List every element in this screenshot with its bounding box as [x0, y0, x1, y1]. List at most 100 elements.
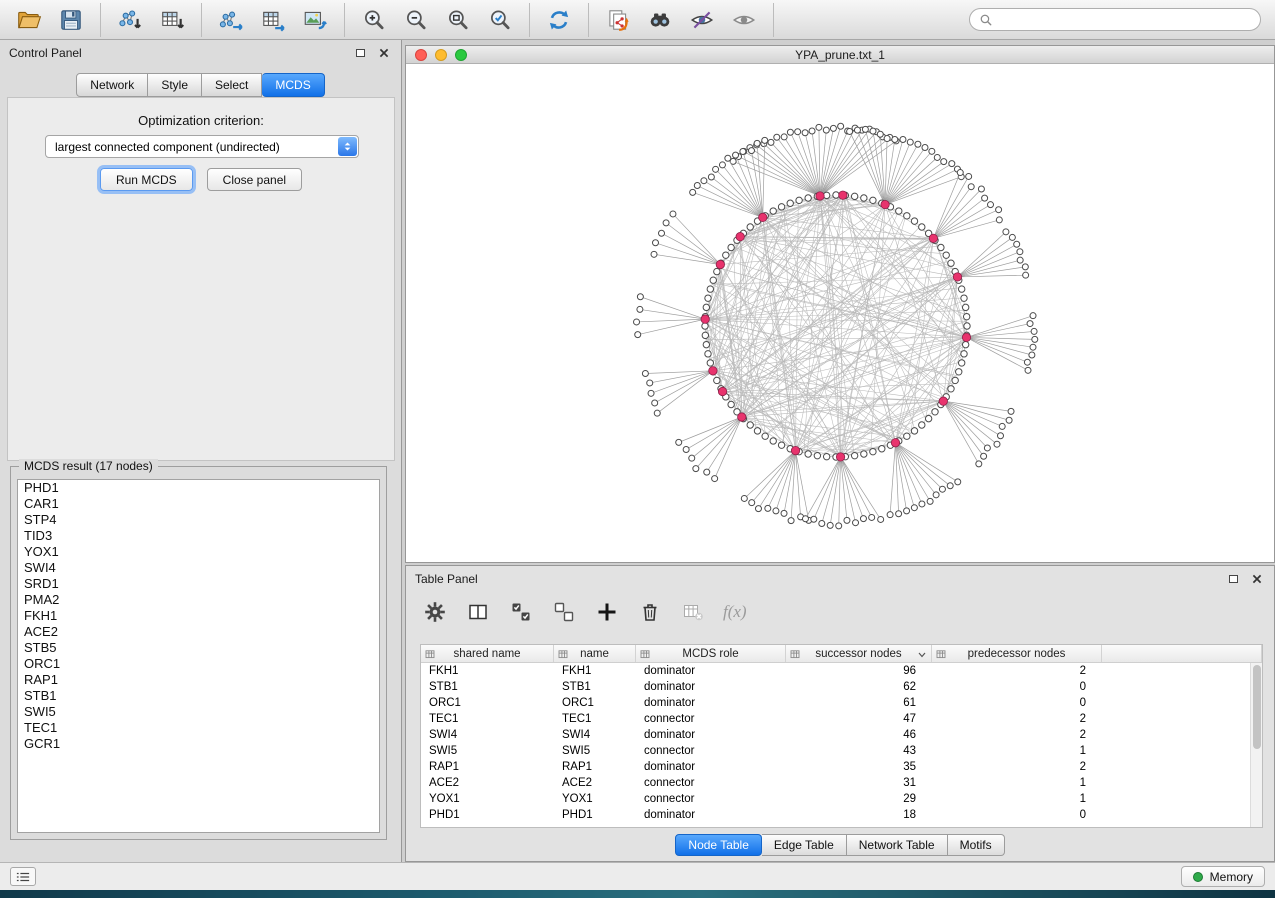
search-box[interactable] [969, 8, 1261, 31]
zoom-out-button[interactable] [397, 5, 435, 35]
network-canvas[interactable] [406, 64, 1274, 562]
float-panel-button[interactable] [352, 45, 368, 61]
tab-select[interactable]: Select [202, 73, 262, 97]
save-button[interactable] [52, 5, 90, 35]
hide-selected-button[interactable] [683, 5, 721, 35]
mcds-result-item[interactable]: TEC1 [18, 720, 379, 736]
column-header-shared-name[interactable]: shared name [421, 645, 554, 662]
mcds-result-item[interactable]: YOX1 [18, 544, 379, 560]
table-row[interactable]: FKH1FKH1dominator962 [421, 663, 1250, 679]
table-scrollbar[interactable] [1250, 663, 1262, 827]
export-image-button[interactable] [296, 5, 334, 35]
tab-node-table[interactable]: Node Table [675, 834, 762, 856]
import-table-button[interactable] [153, 5, 191, 35]
mcds-result-item[interactable]: STB1 [18, 688, 379, 704]
table-row[interactable]: PHD1PHD1dominator180 [421, 807, 1250, 823]
tab-network[interactable]: Network [76, 73, 148, 97]
tab-style[interactable]: Style [148, 73, 202, 97]
mcds-result-item[interactable]: ACE2 [18, 624, 379, 640]
mcds-result-list[interactable]: PHD1CAR1STP4TID3YOX1SWI4SRD1PMA2FKH1ACE2… [17, 479, 380, 833]
settings-button[interactable] [422, 599, 448, 625]
minimize-window-icon[interactable] [435, 49, 447, 61]
mcds-result-item[interactable]: STB5 [18, 640, 379, 656]
tab-motifs[interactable]: Motifs [948, 834, 1005, 856]
column-header-predecessor-nodes[interactable]: predecessor nodes [932, 645, 1102, 662]
cell: SWI4 [421, 729, 554, 741]
close-window-icon[interactable] [415, 49, 427, 61]
mcds-result-item[interactable]: ORC1 [18, 656, 379, 672]
add-button[interactable] [594, 599, 620, 625]
cell: 35 [786, 761, 932, 773]
table-row[interactable]: YOX1YOX1connector291 [421, 791, 1250, 807]
mcds-result-item[interactable]: STP4 [18, 512, 379, 528]
table-row[interactable]: ACE2ACE2connector311 [421, 775, 1250, 791]
find-binoculars-icon [647, 7, 673, 33]
cell: 2 [932, 713, 1102, 725]
column-type-icon [425, 649, 435, 659]
apply-layout-button[interactable] [540, 5, 578, 35]
zoom-fit-button[interactable] [439, 5, 477, 35]
table-row[interactable]: STB1STB1dominator620 [421, 679, 1250, 695]
search-input[interactable] [999, 13, 1251, 27]
show-graphics-details-button[interactable] [725, 5, 763, 35]
export-table-button[interactable] [254, 5, 292, 35]
column-header-MCDS-role[interactable]: MCDS role [636, 645, 786, 662]
duplicate-network-button[interactable] [599, 5, 637, 35]
table-row[interactable]: SWI5SWI5connector431 [421, 743, 1250, 759]
columns-button[interactable] [465, 599, 491, 625]
export-network-button[interactable] [212, 5, 250, 35]
tab-network-table[interactable]: Network Table [847, 834, 948, 856]
run-mcds-button[interactable]: Run MCDS [100, 168, 193, 191]
network-graph[interactable] [406, 64, 1274, 562]
import-network-button[interactable] [111, 5, 149, 35]
cell: TEC1 [421, 713, 554, 725]
deselect-all-button[interactable] [551, 599, 577, 625]
function-builder-button[interactable]: f(x) [723, 602, 747, 622]
cell: ACE2 [554, 777, 636, 789]
maximize-window-icon[interactable] [455, 49, 467, 61]
mcds-result-item[interactable]: PMA2 [18, 592, 379, 608]
find-binoculars-button[interactable] [641, 5, 679, 35]
toolbar-group [202, 3, 345, 37]
close-table-panel-button[interactable] [1249, 571, 1265, 587]
mcds-result-item[interactable]: SWI4 [18, 560, 379, 576]
tab-edge-table[interactable]: Edge Table [762, 834, 847, 856]
task-history-button[interactable] [10, 867, 36, 886]
mcds-result-item[interactable]: RAP1 [18, 672, 379, 688]
mcds-result-item[interactable]: SWI5 [18, 704, 379, 720]
column-header-successor-nodes[interactable]: successor nodes [786, 645, 932, 662]
mcds-result-item[interactable]: TID3 [18, 528, 379, 544]
table-row[interactable]: ORC1ORC1dominator610 [421, 695, 1250, 711]
mcds-result-item[interactable]: CAR1 [18, 496, 379, 512]
scrollbar-thumb[interactable] [1253, 665, 1261, 749]
mcds-result-item[interactable]: SRD1 [18, 576, 379, 592]
table-row[interactable]: SWI4SWI4dominator462 [421, 727, 1250, 743]
network-window-titlebar[interactable]: YPA_prune.txt_1 [406, 46, 1274, 64]
select-all-button[interactable] [508, 599, 534, 625]
delete-button[interactable] [637, 599, 663, 625]
table-toolbar-icons [422, 599, 706, 625]
column-header-name[interactable]: name [554, 645, 636, 662]
application-window: Control Panel NetworkStyleSelectMCDS Opt… [0, 0, 1275, 898]
delete-table-button[interactable] [680, 599, 706, 625]
close-control-panel-button[interactable] [376, 45, 392, 61]
optimization-criterion-select[interactable]: largest connected component (undirected) [45, 135, 359, 158]
cell: 1 [932, 793, 1102, 805]
toolbar-group [530, 3, 589, 37]
table-row[interactable]: RAP1RAP1dominator352 [421, 759, 1250, 775]
mcds-result-title: MCDS result (17 nodes) [19, 459, 158, 473]
open-button[interactable] [10, 5, 48, 35]
import-network-icon [117, 7, 143, 33]
zoom-selected-button[interactable] [481, 5, 519, 35]
mcds-result-item[interactable]: FKH1 [18, 608, 379, 624]
tab-mcds[interactable]: MCDS [262, 73, 324, 97]
table-row[interactable]: TEC1TEC1connector472 [421, 711, 1250, 727]
cell: 62 [786, 681, 932, 693]
mcds-result-item[interactable]: PHD1 [18, 480, 379, 496]
mcds-result-item[interactable]: GCR1 [18, 736, 379, 752]
float-table-panel-button[interactable] [1225, 571, 1241, 587]
close-mcds-panel-button[interactable]: Close panel [207, 168, 302, 191]
table-header-row: shared namenameMCDS rolesuccessor nodesp… [421, 645, 1262, 663]
zoom-in-button[interactable] [355, 5, 393, 35]
memory-button[interactable]: Memory [1181, 866, 1265, 887]
